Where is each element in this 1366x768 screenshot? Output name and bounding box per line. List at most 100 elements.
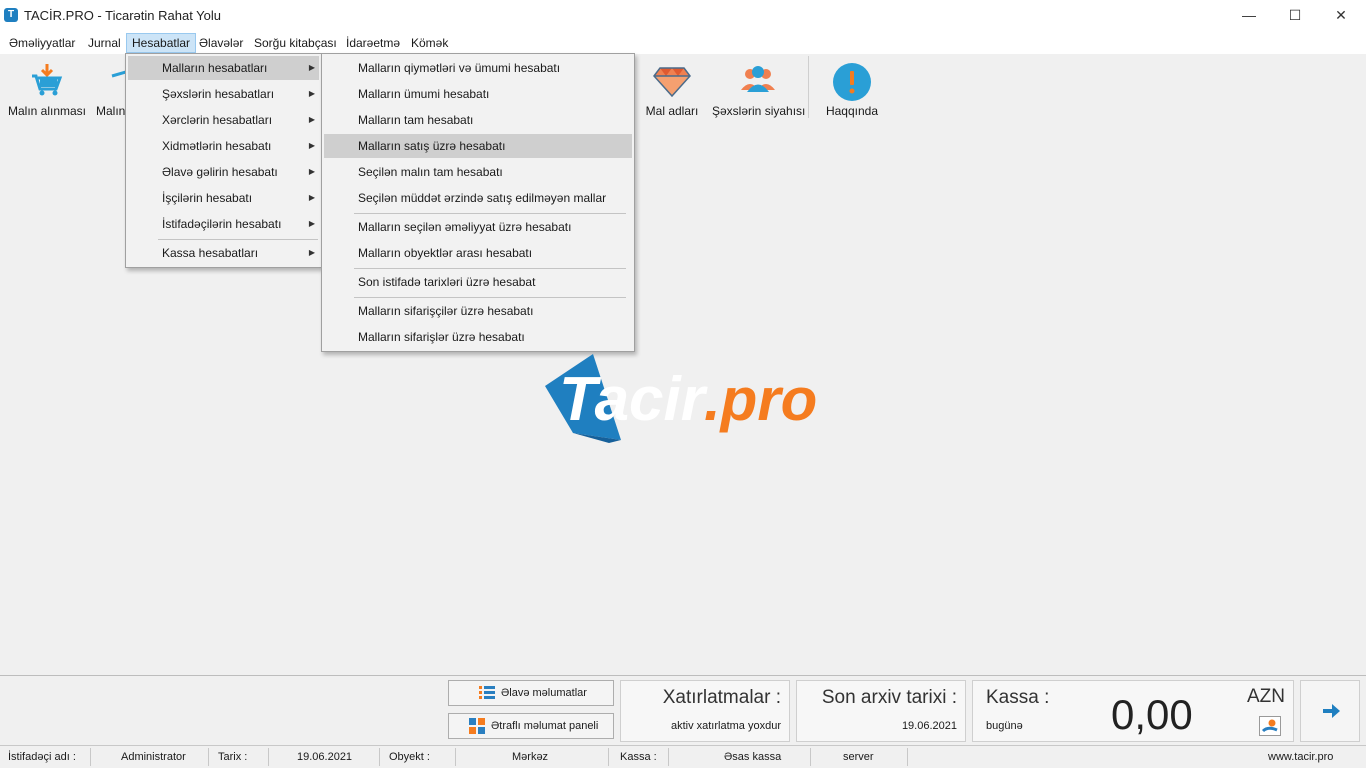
detailed-panel-button[interactable]: Ətraflı məlumat paneli [448, 713, 614, 739]
menu-separator [354, 297, 626, 298]
menu-cash-reports[interactable]: Kassa hesabatları ▶ [128, 241, 319, 265]
calculator-icon [469, 718, 485, 734]
submenu-arrow-icon: ▶ [308, 115, 315, 124]
menu-separator [354, 268, 626, 269]
submenu-arrow-icon: ▶ [308, 63, 315, 72]
people-icon [738, 62, 778, 98]
submenu-full-report[interactable]: Malların tam hesabatı [324, 108, 632, 132]
archive-title: Son arxiv tarixi : [821, 687, 957, 708]
partial-tool-label: Malın [96, 104, 126, 118]
persons-list-tool-button[interactable]: Şəxslərin siyahısı [712, 58, 806, 120]
partial-tool-button[interactable]: Malın [96, 58, 126, 120]
menu-users-report[interactable]: İstifadəçilərin hesabatı ▶ [128, 212, 319, 236]
submenu-expiry-report[interactable]: Son istifadə tarixləri üzrə hesabat [324, 270, 632, 294]
submenu-orders-report[interactable]: Malların sifarişlər üzrə hesabatı [324, 325, 632, 349]
minimize-button[interactable]: — [1226, 0, 1272, 30]
toolbar-divider [808, 56, 809, 118]
cash-title: Kassa : [986, 687, 1050, 708]
reminders-title: Xatırlatmalar : [662, 687, 781, 708]
menu-reports[interactable]: Hesabatlar [126, 33, 197, 53]
info-icon [832, 62, 872, 101]
status-object-value: Mərkəz [512, 751, 549, 763]
menu-separator [354, 213, 626, 214]
reminders-box: Xatırlatmalar : aktiv xatırlatma yoxdur [620, 680, 790, 742]
submenu-customers-report[interactable]: Malların sifarişçilər üzrə hesabatı [324, 299, 632, 323]
submenu-prices-general-report[interactable]: Malların qiymətləri və ümumi hesabatı [324, 56, 632, 80]
submenu-selected-goods-full-report[interactable]: Seçilən malın tam hesabatı [324, 160, 632, 184]
goods-names-tool-button[interactable]: Mal adları [642, 58, 702, 120]
submenu-general-report[interactable]: Malların ümumi hesabatı [324, 82, 632, 106]
archive-date: 19.06.2021 [901, 720, 957, 732]
goods-names-tool-label: Mal adları [645, 104, 699, 118]
status-divider [455, 748, 456, 766]
status-divider [810, 748, 811, 766]
diamond-icon [652, 62, 692, 98]
menu-bar: Əməliyyatlar Jurnal Hesabatlar Əlavələr … [0, 32, 1366, 54]
menu-management[interactable]: İdarəetmə [341, 33, 405, 53]
partial-tool-icon [102, 62, 126, 98]
persons-list-tool-label: Şəxslərin siyahısı [712, 104, 806, 118]
reports-dropdown: Malların hesabatları ▶ Şəxslərin hesabatl… [125, 53, 322, 268]
menu-expenses-reports[interactable]: Xərclərin hesabatları ▶ [128, 108, 319, 132]
reminders-status: aktiv xatırlatma yoxdur [670, 720, 781, 732]
maximize-button[interactable]: ☐ [1272, 0, 1318, 30]
logo-text-primary: Tacir [559, 365, 708, 434]
goods-reports-submenu: Malların qiymətləri və ümumi hesabatı Ma… [321, 53, 635, 352]
submenu-arrow-icon: ▶ [308, 89, 315, 98]
arrow-right-icon [1321, 701, 1341, 721]
submenu-arrow-icon: ▶ [308, 193, 315, 202]
status-date-label: Tarix : [218, 751, 248, 763]
next-button[interactable] [1300, 680, 1360, 742]
submenu-operation-report[interactable]: Malların seçilən əməliyyat üzrə hesabatı [324, 215, 632, 239]
cash-amount: 0,00 [1111, 691, 1193, 738]
status-divider [907, 748, 908, 766]
purchase-tool-label: Malın alınması [7, 104, 87, 118]
cash-period: bugünə [986, 720, 1023, 732]
status-date-value: 19.06.2021 [297, 751, 353, 763]
menu-employees-report[interactable]: İşçilərin hesabatı ▶ [128, 186, 319, 210]
status-divider [668, 748, 669, 766]
status-divider [268, 748, 269, 766]
submenu-arrow-icon: ▶ [308, 167, 315, 176]
menu-extras[interactable]: Əlavələr [194, 33, 248, 53]
archive-box: Son arxiv tarixi : 19.06.2021 [796, 680, 966, 742]
submenu-sales-report[interactable]: Malların satış üzrə hesabatı [324, 134, 632, 158]
menu-journal[interactable]: Jurnal [83, 33, 126, 53]
status-user-value: Administrator [121, 751, 186, 763]
submenu-unsold-goods[interactable]: Seçilən müddət ərzində satış edilməyən m… [324, 186, 632, 210]
menu-help[interactable]: Kömək [406, 33, 453, 53]
purchase-tool-button[interactable]: Malın alınması [4, 58, 90, 120]
status-cash-label: Kassa : [620, 751, 657, 763]
status-user-label: İstifadəçi adı : [8, 751, 76, 763]
close-button[interactable]: ✕ [1318, 0, 1364, 30]
menu-extra-income-report[interactable]: Əlavə gəlirin hesabatı ▶ [128, 160, 319, 184]
about-tool-label: Haqqında [825, 104, 879, 118]
cash-detail-button[interactable] [1259, 716, 1281, 736]
status-divider [608, 748, 609, 766]
status-cash-value: Əsas kassa [724, 751, 782, 763]
submenu-arrow-icon: ▶ [308, 141, 315, 150]
menu-persons-reports[interactable]: Şəxslərin hesabatları ▶ [128, 82, 319, 106]
menu-query-book[interactable]: Sorğu kitabçası [249, 33, 342, 53]
list-icon [479, 685, 495, 701]
menu-services-report[interactable]: Xidmətlərin hesabatı ▶ [128, 134, 319, 158]
app-icon: T [4, 8, 18, 22]
status-divider [90, 748, 91, 766]
window-title: TACİR.PRO - Ticarətin Rahat Yolu [24, 8, 222, 23]
status-object-label: Obyekt : [389, 751, 430, 763]
status-bar: İstifadəçi adı : Administrator Tarix : 1… [0, 745, 1366, 768]
status-divider [379, 748, 380, 766]
cash-box: Kassa : bugünə 0,00 AZN [972, 680, 1294, 742]
submenu-arrow-icon: ▶ [308, 248, 315, 257]
menu-goods-reports[interactable]: Malların hesabatları ▶ [128, 56, 319, 80]
tacir-pro-logo: Tacir .pro [545, 348, 825, 443]
shopping-cart-icon [27, 62, 67, 98]
menu-operations[interactable]: Əməliyyatlar [4, 33, 80, 53]
submenu-arrow-icon: ▶ [308, 219, 315, 228]
status-website[interactable]: www.tacir.pro [1268, 746, 1333, 768]
extra-info-button[interactable]: Əlavə məlumatlar [448, 680, 614, 706]
submenu-objects-report[interactable]: Malların obyektlər arası hesabatı [324, 241, 632, 265]
hand-coin-icon [1261, 719, 1278, 733]
about-tool-button[interactable]: Haqqında [818, 58, 886, 120]
logo-text-accent: .pro [704, 366, 817, 433]
